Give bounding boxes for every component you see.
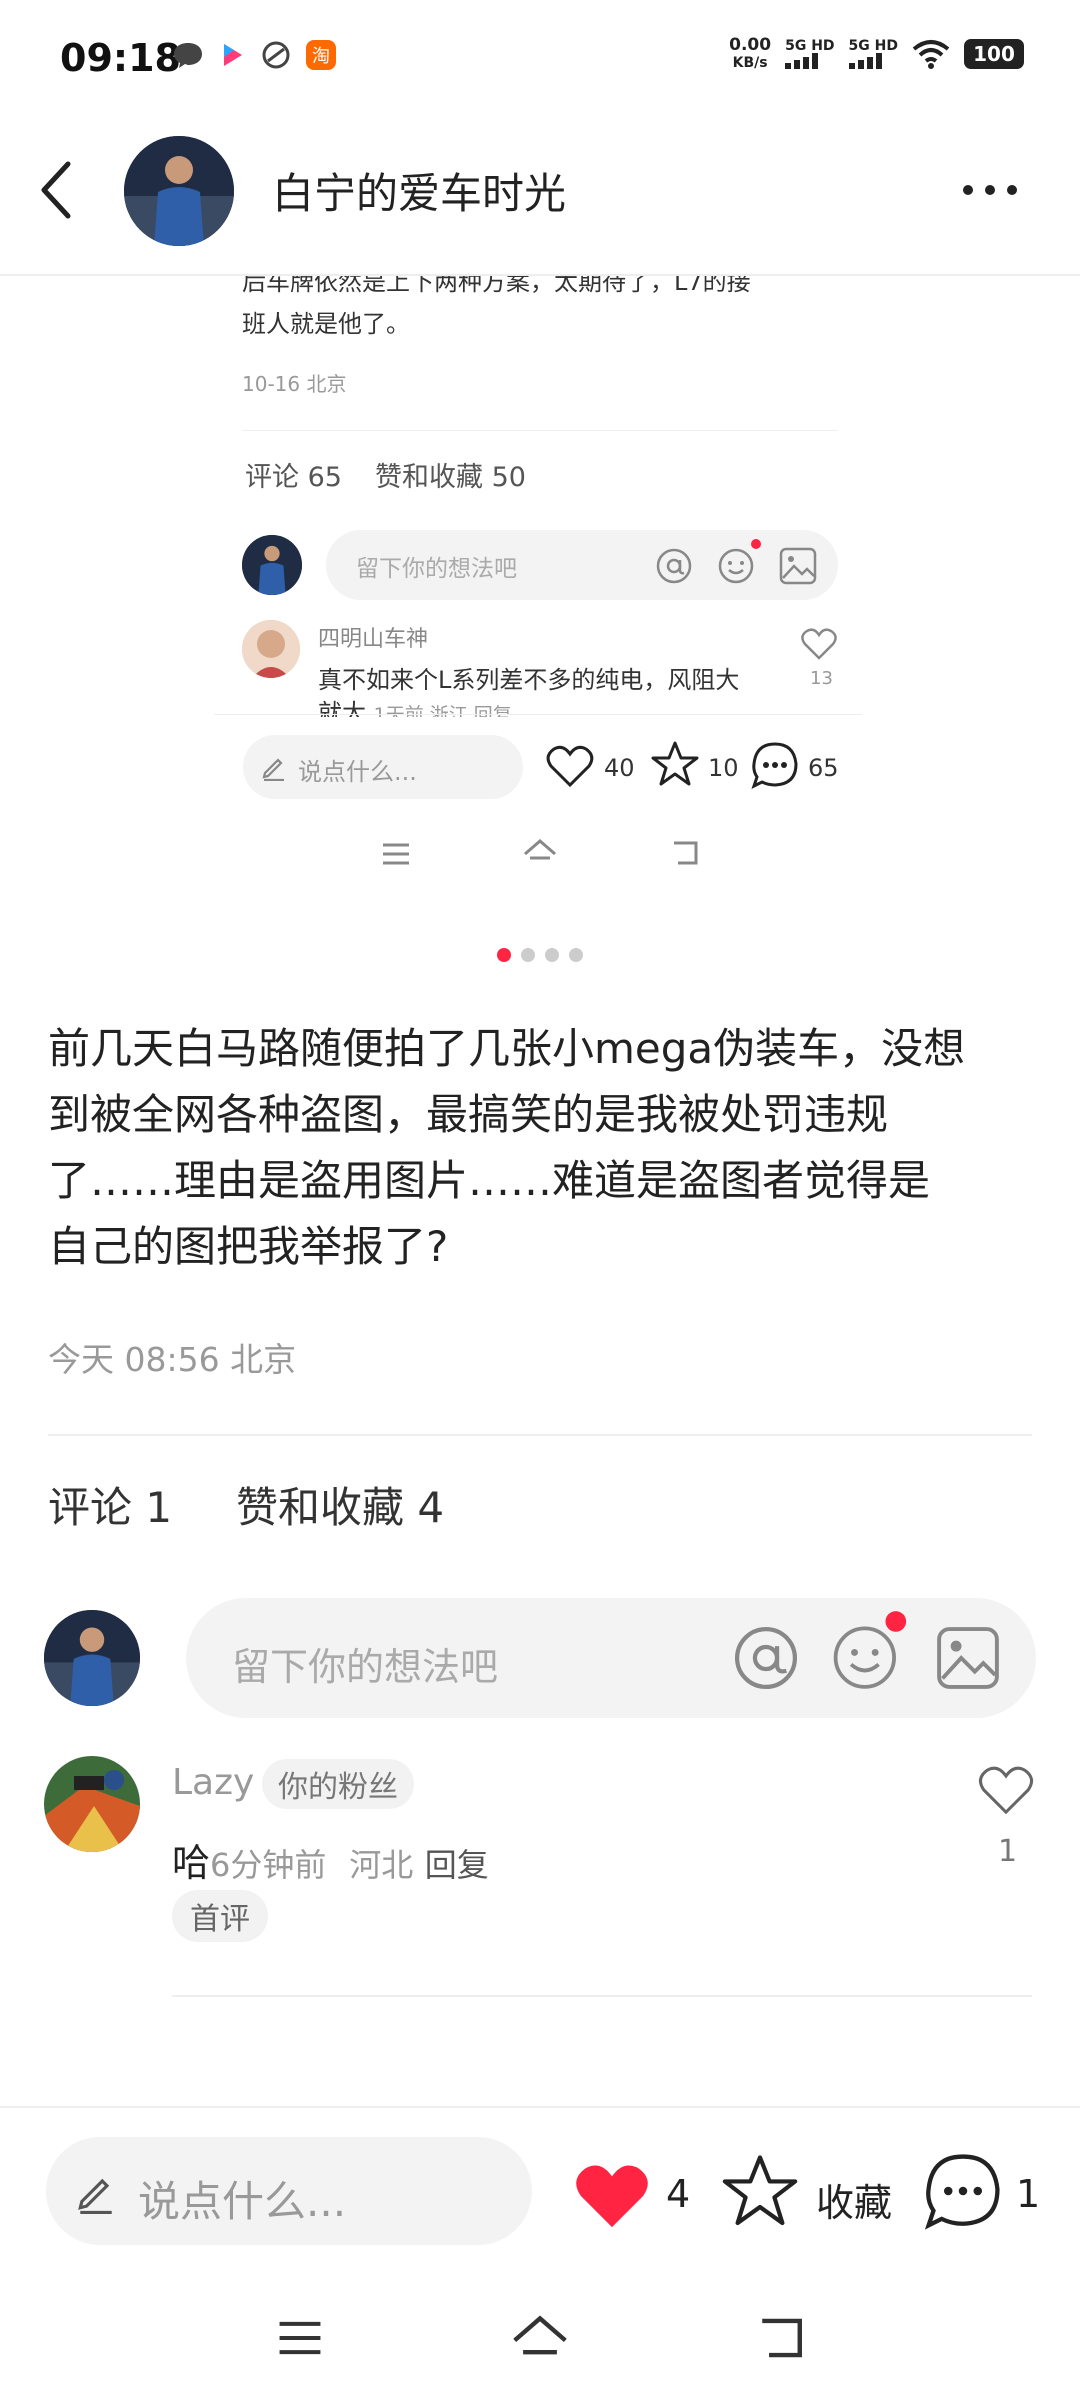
embedded-nav-back-icon (674, 841, 698, 865)
embedded-tab-comments: 评论 65 (245, 462, 342, 493)
nav-home-icon[interactable] (508, 2310, 572, 2364)
avatar-image (44, 1610, 140, 1706)
embedded-nav-home-icon (524, 839, 556, 860)
embedded-stars-count: 10 (708, 754, 739, 782)
avatar-image (242, 535, 302, 595)
pencil-icon (262, 758, 284, 781)
comment-input-placeholder: 留下你的想法吧 (232, 1645, 499, 1689)
comment-like-icon[interactable] (978, 1764, 1034, 1816)
comment-content: 哈6分钟前 河北 回复 (172, 1832, 489, 1887)
embedded-comment-likes: 13 (810, 668, 833, 689)
post-body-line: 自己的图把我举报了? (48, 1222, 449, 1271)
comment-time: 6分钟前 (210, 1846, 327, 1884)
comment-like-count: 1 (998, 1834, 1018, 1869)
embedded-avatar (242, 535, 302, 595)
emoji-icon (718, 539, 761, 584)
comment-bubble-icon[interactable] (922, 2150, 1004, 2232)
reply-button[interactable]: 回复 (425, 1846, 489, 1884)
embedded-heart-icon (801, 628, 837, 660)
emoji-icon[interactable] (830, 1606, 910, 1692)
collect-label[interactable]: 收藏 (816, 2172, 892, 2227)
embedded-comment-icon (751, 742, 798, 789)
comment-location: 河北 (349, 1846, 414, 1884)
taobao-app-icon: 淘 (306, 40, 336, 70)
commenter-name[interactable]: Lazy (172, 1762, 254, 1803)
embedded-tab-likes: 赞和收藏 50 (375, 462, 526, 493)
battery-indicator: 100 (964, 39, 1024, 69)
first-comment-tag: 首评 (172, 1890, 268, 1942)
signal-2: 5G HD (848, 39, 898, 69)
page-title: 白宁的爱车时光 (272, 169, 567, 218)
more-options-button[interactable] (960, 170, 1020, 210)
image-upload-icon[interactable] (934, 1624, 1002, 1692)
post-body-line: 到被全网各种盗图，最搞笑的是我被处罚违规 (48, 1090, 889, 1139)
like-count: 4 (666, 2172, 691, 2216)
carousel-dot[interactable] (521, 948, 535, 962)
like-filled-icon[interactable] (572, 2160, 652, 2232)
embedded-commenter-name: 四明山车神 (318, 627, 429, 652)
say-something-placeholder: 说点什么... (138, 2177, 347, 2226)
at-mention-icon[interactable] (732, 1624, 800, 1692)
post-body: 前几天白马路随便拍了几张小mega伪装车，没想 到被全网各种盗图，最搞笑的是我被… (48, 1016, 1038, 1280)
avatar-image (44, 1756, 140, 1852)
collect-star-icon[interactable] (720, 2152, 800, 2230)
embedded-input-placeholder: 留下你的想法吧 (356, 556, 517, 582)
bottom-bar-divider (0, 2106, 1080, 2108)
avatar-image (124, 136, 234, 246)
nav-menu-icon[interactable] (272, 2316, 328, 2360)
comment-count: 1 (1016, 2172, 1041, 2216)
embedded-body-line2: 班人就是他了。 (242, 310, 410, 338)
embedded-likes-count: 40 (604, 754, 635, 782)
back-button[interactable] (36, 158, 76, 222)
commenter-avatar[interactable] (44, 1756, 140, 1852)
embedded-commenter-avatar (242, 620, 300, 678)
embedded-comment-text: 真不如来个L系列差不多的纯电，风阻大 (318, 666, 740, 694)
pencil-icon (78, 2178, 112, 2214)
signal-bars-icon (848, 53, 882, 69)
tab-likes-collects[interactable]: 赞和收藏 4 (236, 1474, 444, 1535)
more-icon (963, 185, 1017, 195)
nav-back-icon[interactable] (752, 2312, 810, 2364)
bilibili-app-icon (224, 44, 242, 66)
post-body-line: 了……理由是盗用图片……难道是盗图者觉得是 (48, 1156, 931, 1205)
wifi-icon (912, 40, 950, 69)
at-icon (656, 548, 692, 584)
comment-text: 哈 (172, 1841, 211, 1885)
embedded-bar-divider (214, 714, 862, 715)
my-avatar (44, 1610, 140, 1706)
status-right-icons: 0.00 KB/s 5G HD 5G HD 100 (729, 36, 1024, 72)
carousel-dot-active[interactable] (497, 948, 511, 962)
embedded-comments-count: 65 (808, 754, 839, 782)
signal-bars-icon (785, 53, 819, 69)
comment-divider (172, 1995, 1032, 1997)
carousel-dot[interactable] (569, 948, 583, 962)
post-image-carousel[interactable] (214, 276, 862, 716)
link-app-icon (262, 41, 290, 69)
fan-badge: 你的粉丝 (262, 1759, 414, 1809)
message-icon (174, 43, 202, 68)
back-arrow-icon (41, 161, 71, 219)
embedded-star-icon (651, 741, 699, 786)
status-notification-icons: 淘 (172, 40, 336, 70)
tab-comments[interactable]: 评论 1 (48, 1474, 172, 1535)
embedded-say-placeholder: 说点什么... (298, 758, 417, 786)
embedded-body-line1: 后车牌依然是上下两种方案，太期待了，L7的接 (242, 268, 751, 296)
avatar-image (242, 620, 300, 678)
embedded-divider (242, 430, 838, 431)
net-speed: 0.00 KB/s (729, 35, 772, 71)
image-icon (779, 547, 817, 585)
post-divider (48, 1434, 1032, 1436)
carousel-dot[interactable] (545, 948, 559, 962)
author-avatar[interactable] (124, 136, 234, 246)
post-meta: 今天 08:56 北京 (48, 1340, 297, 1379)
embedded-like-icon (546, 745, 594, 788)
embedded-meta: 10-16 北京 (242, 372, 347, 396)
signal-1: 5G HD (785, 39, 835, 69)
embedded-nav-menu-icon (383, 843, 409, 865)
post-body-line: 前几天白马路随便拍了几张小mega伪装车，没想 (48, 1024, 966, 1073)
status-time: 09:18 (60, 36, 181, 80)
